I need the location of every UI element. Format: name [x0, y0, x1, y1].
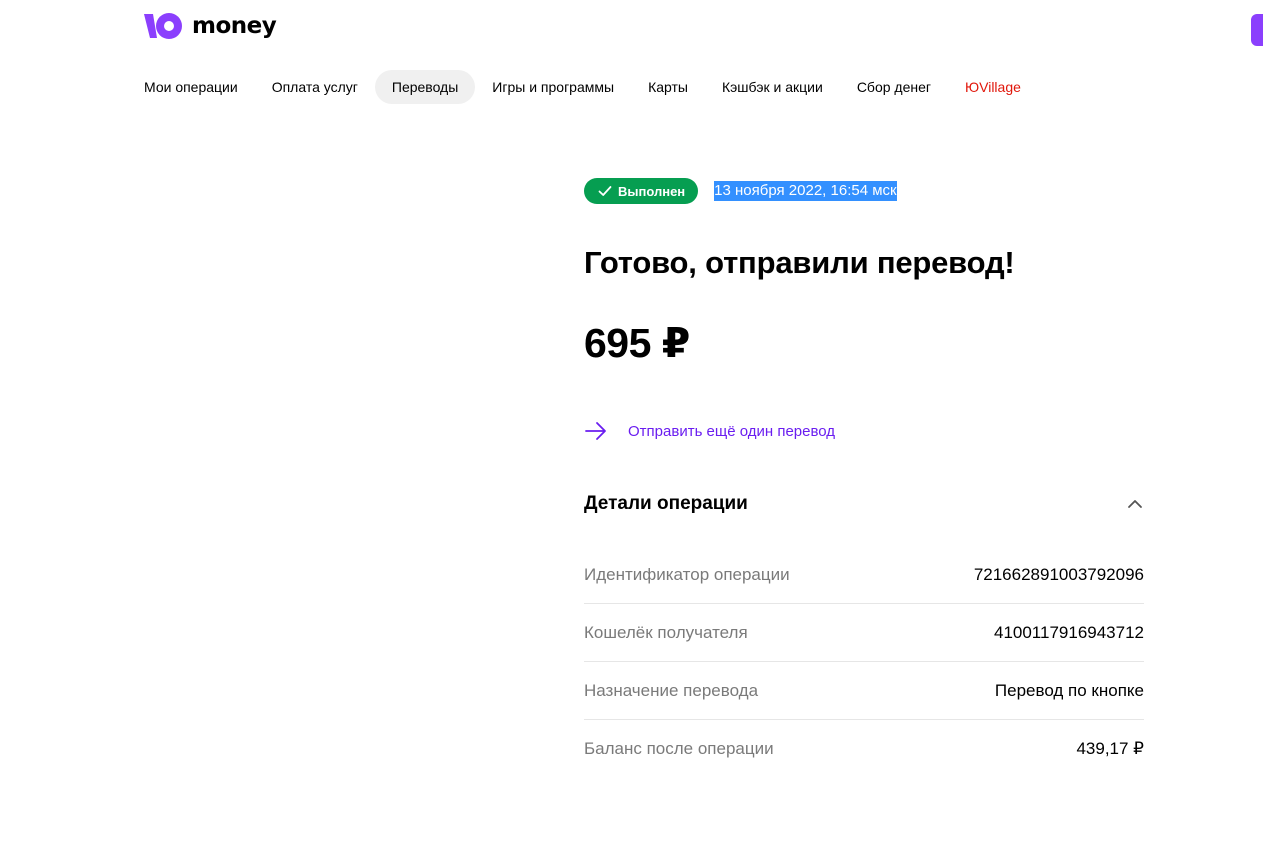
brand-name: money [192, 13, 277, 39]
yoomoney-logo-icon [144, 13, 182, 39]
detail-label: Назначение перевода [584, 680, 759, 700]
check-icon [598, 186, 612, 196]
side-panel-tab[interactable] [1251, 14, 1263, 46]
send-again-link[interactable]: Отправить ещё один перевод [584, 417, 1144, 445]
operation-result: Выполнен 13 ноября 2022, 16:54 мск Готов… [584, 176, 1144, 778]
status-row: Выполнен 13 ноября 2022, 16:54 мск [584, 176, 1144, 206]
detail-row-recipient-wallet: Кошелёк получателя 4100117916943712 [584, 604, 1144, 662]
operation-date: 13 ноября 2022, 16:54 мск [714, 181, 897, 201]
page-title: Готово, отправили перевод! [584, 245, 1015, 280]
nav-item-cards[interactable]: Карты [631, 70, 705, 104]
nav-item-fundraising[interactable]: Сбор денег [840, 70, 948, 104]
detail-label: Кошелёк получателя [584, 622, 748, 642]
details-title: Детали операции [584, 493, 748, 514]
nav-item-transfers[interactable]: Переводы [374, 70, 476, 104]
detail-value: Перевод по кнопке [994, 680, 1144, 700]
send-again-label: Отправить ещё один перевод [628, 422, 836, 440]
detail-row-purpose: Назначение перевода Перевод по кнопке [584, 662, 1144, 720]
arrow-right-icon [585, 422, 606, 440]
detail-label: Баланс после операции [584, 739, 774, 758]
details-list: Идентификатор операции 72166289100379209… [584, 546, 1144, 778]
detail-label: Идентификатор операции [584, 564, 790, 584]
status-badge: Выполнен [584, 178, 699, 204]
chevron-up-icon[interactable] [1126, 495, 1144, 513]
nav-item-my-operations[interactable]: Мои операции [127, 70, 255, 104]
status-badge-label: Выполнен [618, 183, 686, 199]
nav-item-games[interactable]: Игры и программы [475, 70, 631, 104]
detail-value: 721662891003792096 [973, 564, 1144, 584]
detail-row-operation-id: Идентификатор операции 72166289100379209… [584, 546, 1144, 604]
nav-item-payments[interactable]: Оплата услуг [255, 70, 375, 104]
transfer-amount: 695 ₽ [584, 320, 690, 366]
detail-value: 439,17 ₽ [1076, 739, 1144, 758]
nav-item-village[interactable]: ЮVillage [948, 70, 1038, 104]
main-nav: Мои операции Оплата услуг Переводы Игры … [127, 70, 1038, 104]
brand-logo[interactable]: money [144, 12, 277, 40]
detail-value: 4100117916943712 [993, 622, 1144, 642]
nav-item-cashback[interactable]: Кэшбэк и акции [705, 70, 840, 104]
detail-row-balance: Баланс после операции 439,17 ₽ [584, 720, 1144, 778]
details-toggle[interactable]: Детали операции [584, 489, 1144, 519]
